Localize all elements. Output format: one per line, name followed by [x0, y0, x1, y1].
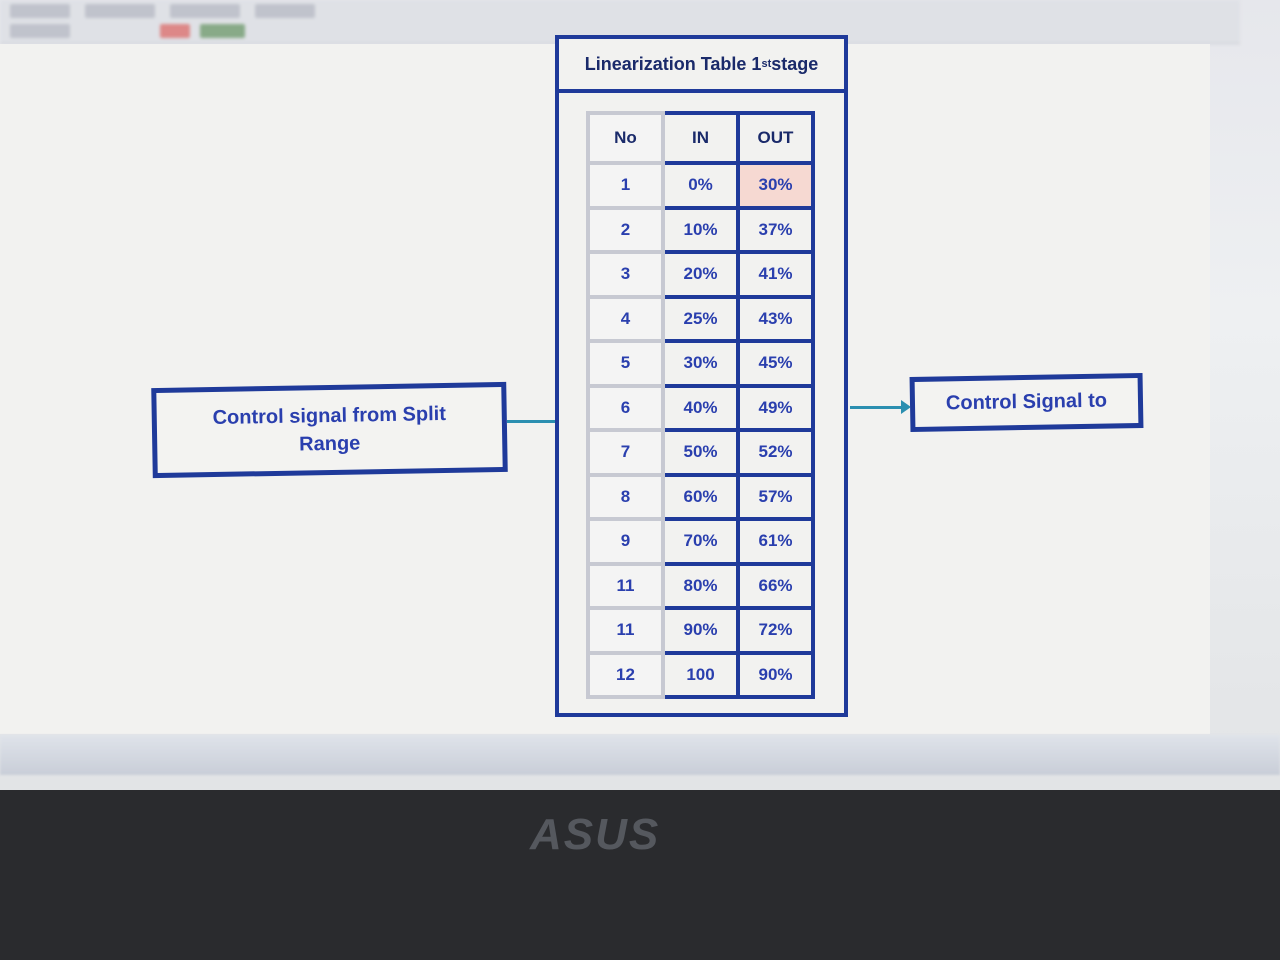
table-cell: 50%	[661, 428, 740, 477]
table-cell: 4	[586, 294, 665, 343]
table-cell: 52%	[736, 428, 815, 477]
table-cell: 43%	[736, 294, 815, 343]
table-cell: 80%	[661, 561, 740, 610]
table-row: 5 30% 45%	[586, 339, 815, 388]
table-row: 4 25% 43%	[586, 294, 815, 343]
right-box-label: Control Signal to	[945, 389, 1108, 415]
table-cell: 49%	[736, 383, 815, 432]
table-cell: 90%	[736, 650, 815, 699]
table-cell: 60%	[661, 472, 740, 521]
table-row: 12 100 90%	[586, 650, 815, 699]
title-end: stage	[771, 53, 819, 74]
table-cell: 12	[586, 650, 665, 699]
table-cell: 0%	[661, 161, 740, 210]
header-cell: IN	[661, 111, 740, 165]
table-cell: 66%	[736, 561, 815, 610]
table-cell: 2	[586, 205, 665, 254]
table-cell: 9	[586, 517, 665, 566]
title-text: Linearization Table 1	[584, 53, 762, 74]
header-cell: No	[586, 111, 665, 165]
table-cell: 20%	[661, 250, 740, 299]
left-box-line2: Range	[298, 432, 361, 456]
table-row: 7 50% 52%	[586, 428, 815, 477]
arrow-in	[507, 414, 568, 428]
table-cell: 8	[586, 472, 665, 521]
table-cell: 3	[586, 250, 665, 299]
header-cell: OUT	[736, 111, 815, 165]
table-cell: 37%	[736, 205, 815, 254]
table-cell: 1	[586, 161, 665, 210]
table-cell: 30%	[661, 339, 740, 388]
arrow-out	[850, 400, 911, 414]
left-box: Control signal from Split Range	[151, 381, 508, 479]
screen: Control signal from Split Range Lineariz…	[0, 0, 1280, 790]
table-cell: 30%	[736, 161, 815, 210]
table-cell: 41%	[736, 250, 815, 299]
table-cell: 7	[586, 428, 665, 477]
table-row: 3 20% 41%	[586, 250, 815, 299]
right-box: Control Signal to	[909, 372, 1144, 433]
table-row: 1 0% 30%	[586, 161, 815, 210]
table-row: 6 40% 49%	[586, 383, 815, 432]
table-cell: 61%	[736, 517, 815, 566]
laptop-brand-logo: ASUS	[530, 810, 661, 859]
table-cell: 57%	[736, 472, 815, 521]
table-cell: 100	[661, 650, 740, 699]
table-cell: 25%	[661, 294, 740, 343]
table-cell: 40%	[661, 383, 740, 432]
table-header-row: No IN OUT	[586, 111, 815, 165]
taskbar	[0, 735, 1280, 775]
table-cell: 11	[586, 561, 665, 610]
table-row: 8 60% 57%	[586, 472, 815, 521]
linearization-table: No IN OUT 1 0% 30% 2 10% 37% 3 20% 41% 4 25% 43% 5 30% 45…	[586, 111, 815, 699]
table-row: 11 80% 66%	[586, 561, 815, 610]
title-sup: st	[761, 58, 772, 70]
table-cell: 70%	[661, 517, 740, 566]
table-cell: 10%	[661, 205, 740, 254]
table-cell: 5	[586, 339, 665, 388]
table-cell: 45%	[736, 339, 815, 388]
table-cell: 11	[586, 606, 665, 655]
table-title: Linearization Table 1st stage	[559, 39, 844, 93]
table-cell: 6	[586, 383, 665, 432]
table-row: 11 90% 72%	[586, 606, 815, 655]
table-cell: 90%	[661, 606, 740, 655]
table-cell: 72%	[736, 606, 815, 655]
table-row: 9 70% 61%	[586, 517, 815, 566]
linearization-table-panel: Linearization Table 1st stage No IN OUT 1 0%…	[555, 35, 848, 717]
table-row: 2 10% 37%	[586, 205, 815, 254]
